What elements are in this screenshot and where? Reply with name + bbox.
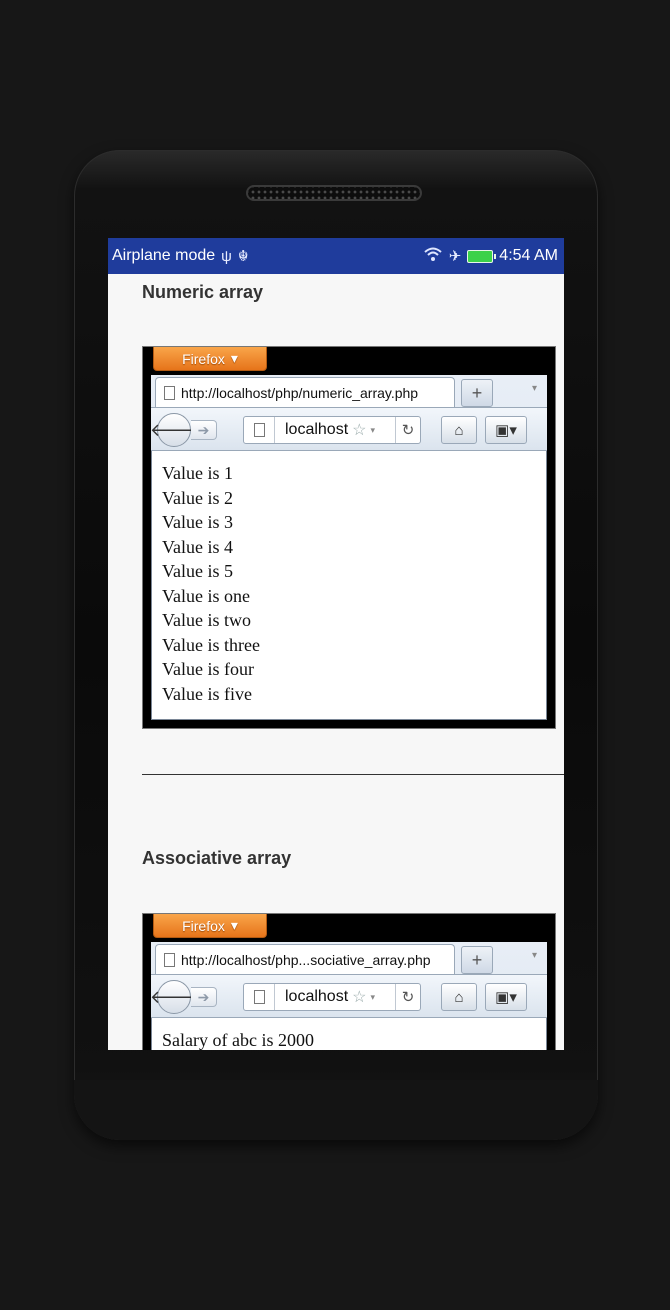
chevron-down-icon: ▾ — [230, 917, 238, 933]
reload-icon[interactable]: ↻ — [395, 984, 420, 1010]
firefox-window: http://localhost/php...sociative_array.p… — [150, 942, 547, 1050]
clock: 4:54 AM — [499, 247, 558, 264]
battery-charging-icon — [467, 249, 497, 263]
page-content: Salary of abc is 2000 — [151, 1018, 547, 1050]
forward-arrow-icon: ➔ — [197, 421, 210, 438]
airplane-icon: ✈ — [448, 248, 462, 265]
output-line: Value is one — [162, 585, 250, 606]
home-icon: ⌂ — [454, 421, 464, 439]
address-bar[interactable]: localhost ☆ ▾ ↻ — [243, 416, 421, 444]
browser-tab[interactable]: http://localhost/php/numeric_array.php — [155, 377, 455, 407]
status-bar: Airplane mode ψ ☬ ✈ 4:54 AM — [108, 238, 564, 274]
section-divider — [142, 774, 564, 775]
output-line: Value is four — [162, 659, 254, 679]
chevron-down-icon: ▾ — [230, 350, 238, 366]
address-host: localhost — [285, 988, 349, 1005]
browser-tab[interactable]: http://localhost/php...sociative_array.p… — [155, 944, 455, 974]
new-tab-button[interactable]: + — [461, 379, 493, 407]
output-line: Salary of abc is 2000 — [162, 1030, 314, 1050]
firefox-menu-button[interactable]: Firefox ▾ — [153, 347, 267, 371]
output-line: Value is five — [162, 683, 252, 704]
bookmarks-button[interactable]: ▣▾ — [485, 416, 527, 444]
output-line: Value is 2 — [162, 487, 233, 508]
tab-url: http://localhost/php...sociative_array.p… — [181, 951, 431, 968]
output-line: Value is 4 — [162, 536, 233, 557]
wifi-icon — [423, 246, 443, 266]
page-icon — [164, 952, 175, 967]
phone-screen: Airplane mode ψ ☬ ✈ 4:54 AM Numeric arra… — [108, 238, 564, 1050]
usb-icon: ψ — [221, 247, 232, 265]
tab-list-icon[interactable]: ▾ — [532, 383, 537, 394]
output-line: Value is 3 — [162, 512, 233, 532]
page-icon — [164, 385, 175, 400]
back-button[interactable]: 🡐 — [150, 980, 198, 1014]
home-button[interactable]: ⌂ — [441, 416, 477, 444]
numeric-array-heading: Numeric array — [142, 282, 264, 302]
navigation-bar: 🡐 ➔ localhost ☆ ▾ ↻ ⌂ ▣▾ — [150, 407, 547, 451]
forward-arrow-icon: ➔ — [197, 988, 210, 1005]
home-button[interactable]: ⌂ — [441, 983, 477, 1011]
firefox-screenshot-numeric: Firefox ▾ http://localhost/php/numeric_a… — [142, 346, 556, 729]
bookmarks-icon: ▣▾ — [495, 989, 517, 1006]
firefox-window: http://localhost/php/numeric_array.php +… — [150, 375, 547, 720]
page-icon — [253, 423, 265, 437]
bookmarks-icon: ▣▾ — [495, 422, 517, 439]
reload-icon[interactable]: ↻ — [395, 417, 420, 443]
page-content: Value is 1 Value is 2 Value is 3 Value i… — [151, 451, 547, 720]
android-debug-icon: ☬ — [237, 248, 249, 265]
tab-url: http://localhost/php/numeric_array.php — [181, 384, 419, 401]
dropdown-icon[interactable]: ▾ — [371, 992, 376, 1003]
tab-list-icon[interactable]: ▾ — [532, 950, 537, 961]
new-tab-button[interactable]: + — [461, 946, 493, 974]
phone-chin — [74, 1080, 598, 1140]
forward-button[interactable]: ➔ — [191, 420, 217, 440]
earpiece-speaker — [246, 185, 422, 201]
home-icon: ⌂ — [454, 988, 464, 1006]
bookmarks-button[interactable]: ▣▾ — [485, 983, 527, 1011]
output-line: Value is 5 — [162, 561, 233, 581]
firefox-menu-button[interactable]: Firefox ▾ — [153, 914, 267, 938]
output-line: Value is three — [162, 634, 260, 655]
airplane-mode-label: Airplane mode — [112, 247, 216, 264]
page-icon — [253, 990, 265, 1004]
bookmark-star-icon[interactable]: ☆ — [352, 987, 366, 1007]
forward-button[interactable]: ➔ — [191, 987, 217, 1007]
address-bar[interactable]: localhost ☆ ▾ ↻ — [243, 983, 421, 1011]
output-line: Value is 1 — [162, 463, 233, 483]
associative-array-heading: Associative array — [142, 848, 292, 868]
navigation-bar: 🡐 ➔ localhost ☆ ▾ ↻ ⌂ ▣▾ — [150, 974, 547, 1018]
address-host: localhost — [285, 421, 349, 438]
dropdown-icon[interactable]: ▾ — [371, 425, 376, 436]
back-button[interactable]: 🡐 — [150, 413, 198, 447]
output-line: Value is two — [162, 610, 251, 630]
bookmark-star-icon[interactable]: ☆ — [352, 420, 366, 440]
firefox-screenshot-associative: Firefox ▾ http://localhost/php...sociati… — [142, 913, 556, 1050]
